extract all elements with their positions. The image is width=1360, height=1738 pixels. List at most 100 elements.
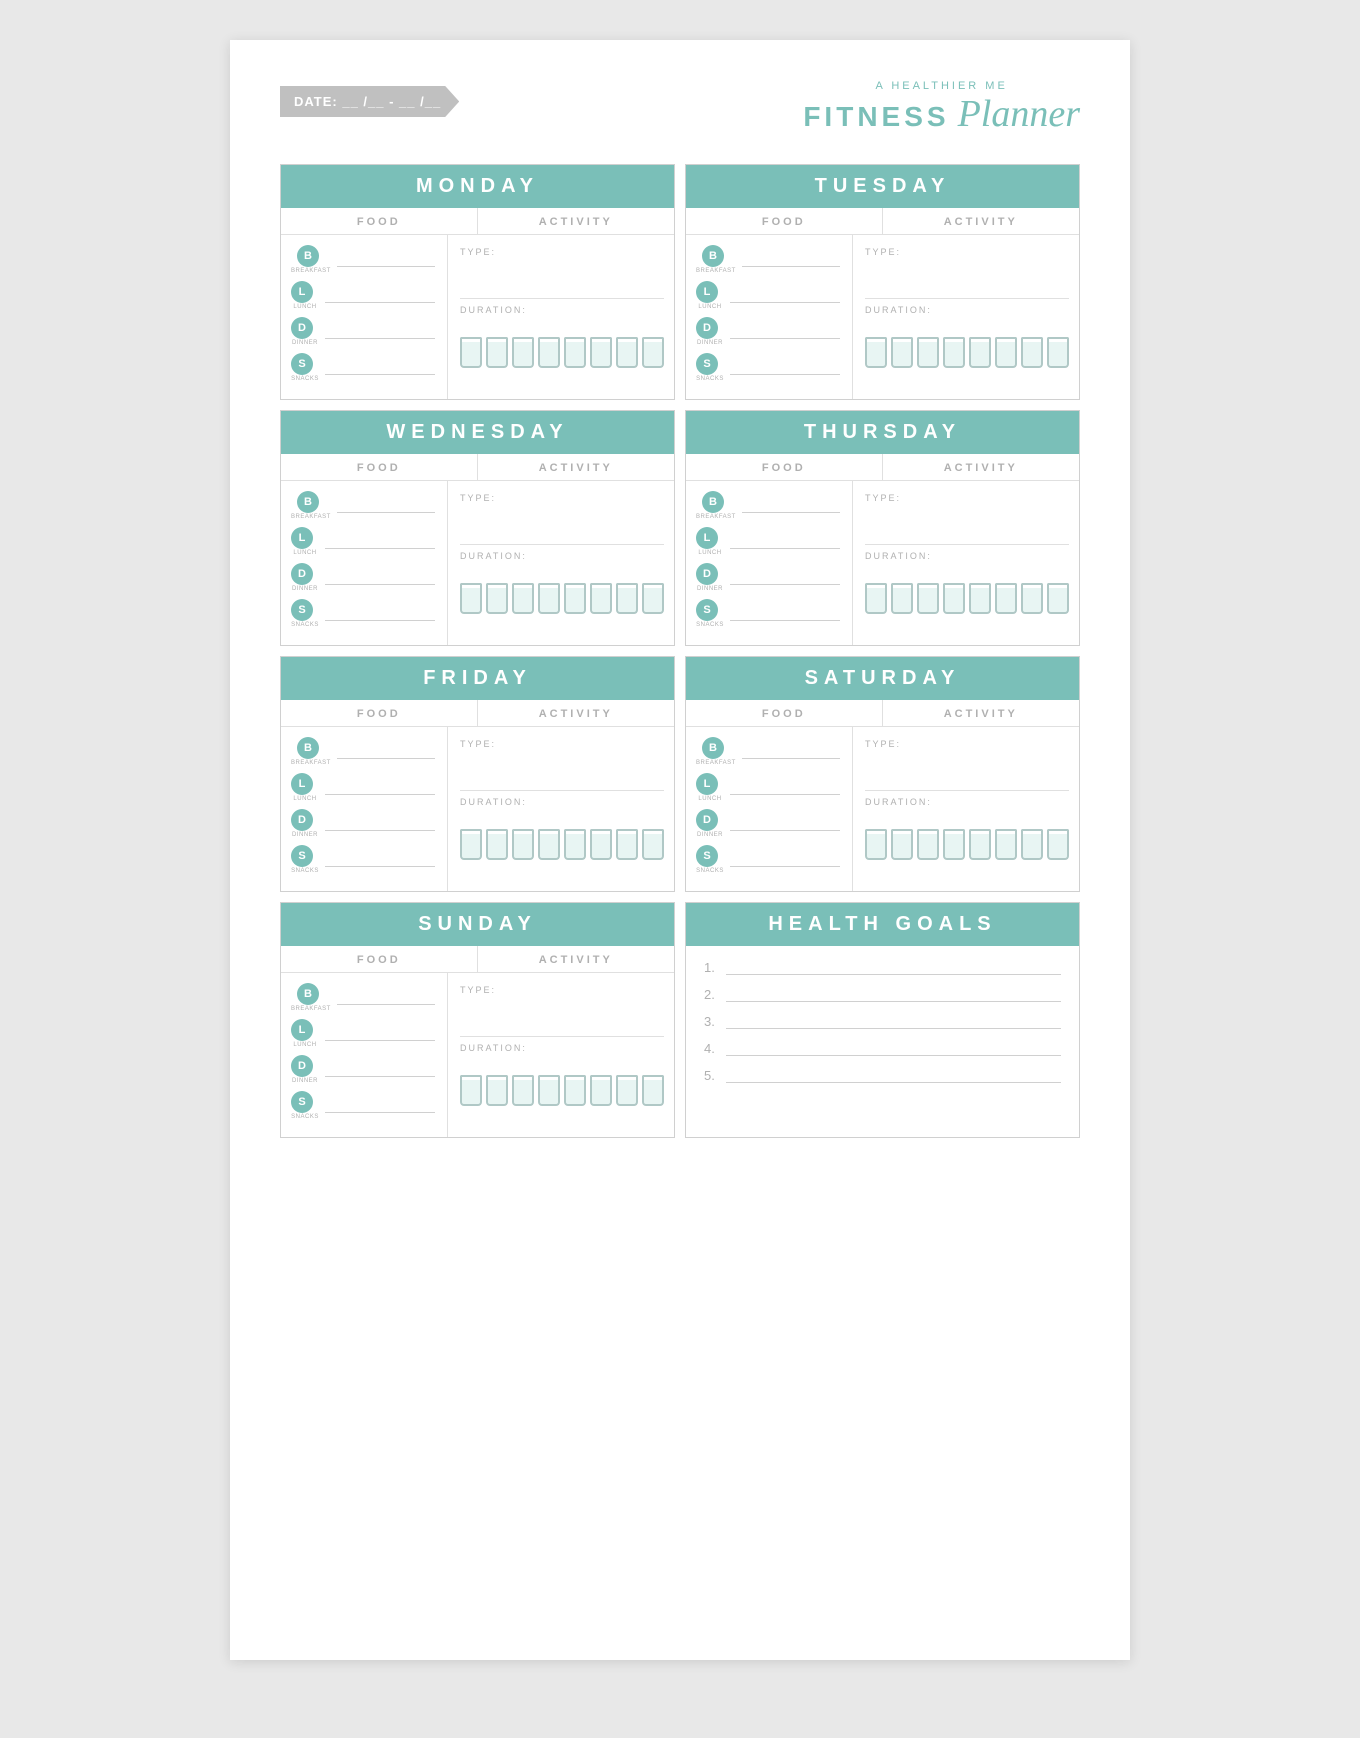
- type-space[interactable]: [460, 506, 664, 538]
- water-cup[interactable]: [460, 834, 482, 860]
- meal-line[interactable]: [325, 325, 435, 339]
- goal-line[interactable]: [726, 1015, 1061, 1029]
- date-tag[interactable]: DATE: __ /__ - __ /__: [280, 86, 459, 117]
- water-cup[interactable]: [943, 834, 965, 860]
- water-cup[interactable]: [512, 588, 534, 614]
- duration-space[interactable]: [460, 564, 664, 582]
- water-cup[interactable]: [917, 834, 939, 860]
- water-cup[interactable]: [564, 588, 586, 614]
- water-cup[interactable]: [486, 834, 508, 860]
- water-cup[interactable]: [590, 834, 612, 860]
- water-cup[interactable]: [995, 342, 1017, 368]
- meal-line[interactable]: [325, 361, 435, 375]
- water-cup[interactable]: [917, 588, 939, 614]
- water-cup[interactable]: [1047, 588, 1069, 614]
- water-cup[interactable]: [538, 1080, 560, 1106]
- meal-line[interactable]: [325, 853, 435, 867]
- water-cup[interactable]: [1047, 342, 1069, 368]
- water-cup[interactable]: [943, 342, 965, 368]
- meal-line[interactable]: [325, 1063, 435, 1077]
- water-cup[interactable]: [512, 1080, 534, 1106]
- type-space[interactable]: [460, 260, 664, 292]
- goal-line[interactable]: [726, 1069, 1061, 1083]
- water-cup[interactable]: [891, 342, 913, 368]
- water-cup[interactable]: [917, 342, 939, 368]
- water-cup[interactable]: [616, 342, 638, 368]
- meal-line[interactable]: [730, 325, 840, 339]
- duration-space[interactable]: [865, 810, 1069, 828]
- water-cup[interactable]: [538, 834, 560, 860]
- water-cup[interactable]: [460, 342, 482, 368]
- goal-line[interactable]: [726, 988, 1061, 1002]
- duration-space[interactable]: [460, 1056, 664, 1074]
- meal-line[interactable]: [325, 781, 435, 795]
- meal-line[interactable]: [337, 991, 435, 1005]
- water-cup[interactable]: [642, 342, 664, 368]
- water-cup[interactable]: [969, 588, 991, 614]
- water-cup[interactable]: [512, 834, 534, 860]
- type-space[interactable]: [460, 998, 664, 1030]
- water-cup[interactable]: [460, 1080, 482, 1106]
- water-cup[interactable]: [538, 342, 560, 368]
- meal-line[interactable]: [742, 253, 840, 267]
- water-cup[interactable]: [943, 588, 965, 614]
- duration-space[interactable]: [460, 318, 664, 336]
- duration-space[interactable]: [460, 810, 664, 828]
- water-cup[interactable]: [891, 588, 913, 614]
- water-cup[interactable]: [1021, 342, 1043, 368]
- water-cup[interactable]: [995, 588, 1017, 614]
- water-cup[interactable]: [590, 1080, 612, 1106]
- water-cup[interactable]: [616, 834, 638, 860]
- water-cup[interactable]: [865, 834, 887, 860]
- water-cup[interactable]: [486, 588, 508, 614]
- water-cup[interactable]: [969, 342, 991, 368]
- water-cup[interactable]: [616, 1080, 638, 1106]
- meal-line[interactable]: [337, 745, 435, 759]
- water-cup[interactable]: [1021, 834, 1043, 860]
- water-cup[interactable]: [564, 834, 586, 860]
- water-cup[interactable]: [486, 342, 508, 368]
- water-cup[interactable]: [486, 1080, 508, 1106]
- meal-line[interactable]: [325, 607, 435, 621]
- meal-line[interactable]: [730, 607, 840, 621]
- water-cup[interactable]: [460, 588, 482, 614]
- water-cup[interactable]: [969, 834, 991, 860]
- water-cup[interactable]: [865, 588, 887, 614]
- type-space[interactable]: [865, 506, 1069, 538]
- meal-line[interactable]: [742, 499, 840, 513]
- meal-line[interactable]: [730, 361, 840, 375]
- meal-line[interactable]: [730, 781, 840, 795]
- meal-line[interactable]: [730, 571, 840, 585]
- meal-line[interactable]: [742, 745, 840, 759]
- meal-line[interactable]: [325, 571, 435, 585]
- meal-line[interactable]: [325, 535, 435, 549]
- goal-line[interactable]: [726, 1042, 1061, 1056]
- meal-line[interactable]: [325, 289, 435, 303]
- meal-line[interactable]: [325, 817, 435, 831]
- meal-line[interactable]: [337, 253, 435, 267]
- water-cup[interactable]: [590, 588, 612, 614]
- goal-line[interactable]: [726, 961, 1061, 975]
- meal-line[interactable]: [730, 289, 840, 303]
- water-cup[interactable]: [564, 1080, 586, 1106]
- water-cup[interactable]: [642, 834, 664, 860]
- meal-line[interactable]: [730, 817, 840, 831]
- meal-line[interactable]: [325, 1099, 435, 1113]
- water-cup[interactable]: [1021, 588, 1043, 614]
- water-cup[interactable]: [564, 342, 586, 368]
- water-cup[interactable]: [865, 342, 887, 368]
- duration-space[interactable]: [865, 564, 1069, 582]
- meal-line[interactable]: [337, 499, 435, 513]
- type-space[interactable]: [865, 260, 1069, 292]
- type-space[interactable]: [865, 752, 1069, 784]
- water-cup[interactable]: [891, 834, 913, 860]
- type-space[interactable]: [460, 752, 664, 784]
- duration-space[interactable]: [865, 318, 1069, 336]
- water-cup[interactable]: [590, 342, 612, 368]
- water-cup[interactable]: [616, 588, 638, 614]
- water-cup[interactable]: [538, 588, 560, 614]
- water-cup[interactable]: [1047, 834, 1069, 860]
- water-cup[interactable]: [995, 834, 1017, 860]
- meal-line[interactable]: [730, 853, 840, 867]
- water-cup[interactable]: [512, 342, 534, 368]
